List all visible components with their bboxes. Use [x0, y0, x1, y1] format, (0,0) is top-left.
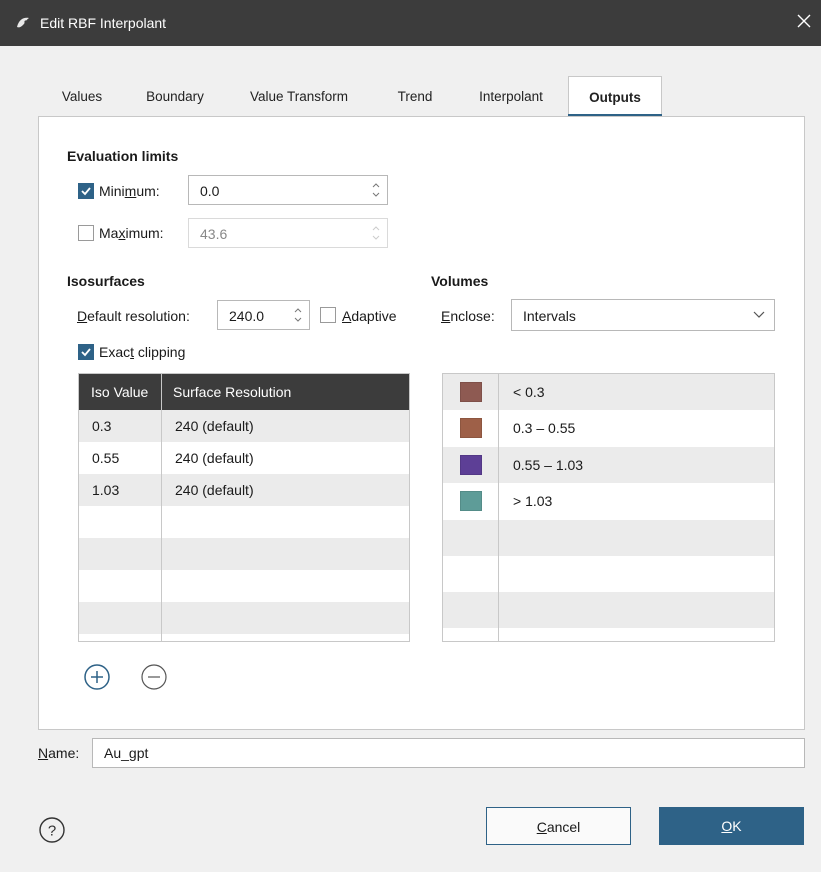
- iso-value-cell[interactable]: 0.55: [92, 450, 119, 466]
- minimum-value[interactable]: 0.0: [200, 183, 219, 199]
- outputs-panel: Evaluation limits Minimum: 0.0 Maximum: …: [38, 116, 805, 730]
- checkmark-icon: [81, 187, 91, 196]
- column-divider: [161, 374, 162, 641]
- default-resolution-value[interactable]: 240.0: [229, 308, 264, 324]
- color-swatch[interactable]: [460, 455, 482, 475]
- default-resolution-label: Default resolution:: [77, 308, 190, 324]
- table-row[interactable]: > 1.03: [443, 483, 774, 520]
- maximum-spinbox[interactable]: 43.6: [188, 218, 388, 248]
- tab-values[interactable]: Values: [38, 76, 126, 116]
- default-resolution-spinbox[interactable]: 240.0: [217, 300, 310, 330]
- table-row-empty: [443, 592, 774, 628]
- column-header-iso-value[interactable]: Iso Value: [91, 384, 148, 400]
- minimum-label: Minimum:: [99, 183, 160, 199]
- color-swatch[interactable]: [460, 382, 482, 402]
- table-row-empty: [79, 602, 409, 634]
- volume-label: 0.55 – 1.03: [513, 457, 584, 473]
- table-row-empty: [79, 506, 409, 538]
- table-row[interactable]: < 0.3: [443, 374, 774, 410]
- volumes-table: < 0.3 0.3 – 0.55 0.55 – 1.03 > 1.03: [442, 373, 775, 642]
- svg-text:?: ?: [48, 823, 56, 840]
- maximum-label: Maximum:: [99, 225, 164, 241]
- minimum-spinbox[interactable]: 0.0: [188, 175, 388, 205]
- remove-icon[interactable]: [140, 663, 168, 691]
- column-divider: [498, 374, 499, 641]
- resolution-cell[interactable]: 240 (default): [175, 450, 254, 466]
- enclose-select[interactable]: Intervals: [511, 299, 775, 331]
- minimum-checkbox[interactable]: [78, 183, 94, 199]
- table-row-empty: [79, 570, 409, 602]
- isosurfaces-title: Isosurfaces: [67, 273, 145, 289]
- volume-label: > 1.03: [513, 493, 553, 509]
- adaptive-label: Adaptive: [342, 308, 397, 324]
- color-swatch[interactable]: [460, 491, 482, 511]
- resolution-cell[interactable]: 240 (default): [175, 482, 254, 498]
- volume-label: 0.3 – 0.55: [513, 420, 576, 436]
- name-value[interactable]: Au_gpt: [104, 745, 148, 761]
- window-title: Edit RBF Interpolant: [40, 15, 167, 31]
- name-input[interactable]: Au_gpt: [92, 738, 805, 768]
- checkmark-icon: [81, 348, 91, 357]
- exact-clipping-label: Exact clipping: [99, 344, 186, 360]
- tab-value-transform[interactable]: Value Transform: [224, 76, 374, 116]
- tab-interpolant[interactable]: Interpolant: [456, 76, 566, 116]
- add-icon[interactable]: [83, 663, 111, 691]
- iso-value-cell[interactable]: 1.03: [92, 482, 119, 498]
- iso-value-cell[interactable]: 0.3: [92, 418, 111, 434]
- table-row[interactable]: 0.3 240 (default): [79, 410, 409, 442]
- table-row[interactable]: 1.03 240 (default): [79, 474, 409, 506]
- name-label: Name:: [38, 745, 80, 761]
- color-swatch[interactable]: [460, 418, 482, 438]
- title-bar: Edit RBF Interpolant: [0, 0, 821, 46]
- resolution-cell[interactable]: 240 (default): [175, 418, 254, 434]
- ok-button[interactable]: OK: [659, 807, 804, 845]
- table-row-empty: [79, 538, 409, 570]
- cancel-button[interactable]: Cancel: [486, 807, 631, 845]
- maximum-value: 43.6: [200, 226, 228, 242]
- chevron-down-icon[interactable]: [753, 311, 765, 319]
- table-row[interactable]: 0.55 – 1.03: [443, 447, 774, 483]
- table-row-empty: [443, 556, 774, 592]
- volume-label: < 0.3: [513, 384, 545, 400]
- table-header: Iso Value Surface Resolution: [79, 374, 409, 410]
- spinner-arrows-icon[interactable]: [371, 180, 381, 200]
- close-icon[interactable]: [793, 10, 815, 32]
- tab-outputs[interactable]: Outputs: [568, 76, 662, 117]
- help-icon[interactable]: ?: [38, 816, 66, 844]
- column-header-surface-resolution[interactable]: Surface Resolution: [173, 384, 291, 400]
- table-row[interactable]: 0.55 240 (default): [79, 442, 409, 474]
- table-row[interactable]: 0.3 – 0.55: [443, 410, 774, 447]
- dialog-body: Values Boundary Value Transform Trend In…: [0, 46, 821, 872]
- volumes-title: Volumes: [431, 273, 489, 289]
- evaluation-limits-title: Evaluation limits: [67, 148, 179, 164]
- enclose-label: Enclose:: [441, 308, 495, 324]
- tab-trend[interactable]: Trend: [374, 76, 456, 116]
- adaptive-checkbox[interactable]: [320, 307, 336, 323]
- tab-boundary[interactable]: Boundary: [126, 76, 224, 116]
- spinner-arrows-icon: [372, 226, 380, 240]
- enclose-value[interactable]: Intervals: [523, 308, 576, 324]
- app-icon: [17, 17, 29, 28]
- spinner-arrows-icon[interactable]: [293, 305, 303, 325]
- isosurfaces-table: Iso Value Surface Resolution 0.3 240 (de…: [78, 373, 410, 642]
- exact-clipping-checkbox[interactable]: [78, 344, 94, 360]
- maximum-checkbox[interactable]: [78, 225, 94, 241]
- table-row-empty: [443, 520, 774, 556]
